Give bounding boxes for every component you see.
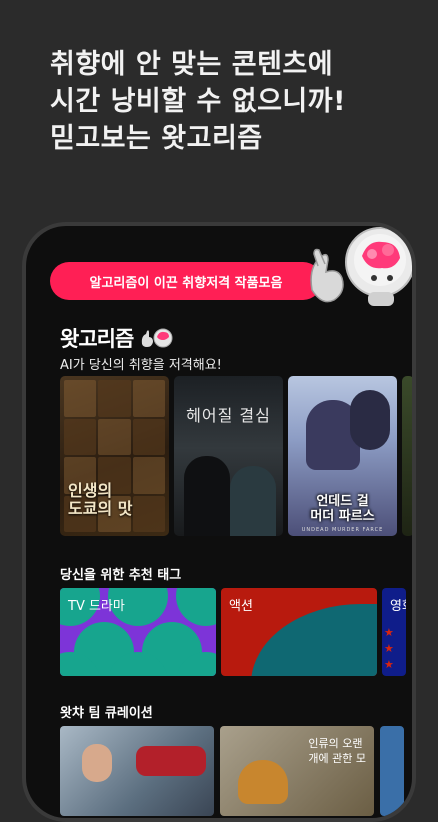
robot-mascot-icon xyxy=(310,227,412,306)
brand-row: 왓고리즘 xyxy=(60,323,173,353)
curation-cat xyxy=(238,760,288,804)
tag-row: TV 드라마 액션 ★ ★ ★ 영화 xyxy=(60,588,406,676)
poster-row: 인생의 도쿄의 맛 헤어질 결심 언데드 걸 머더 파르스 UNDEAD MUR… xyxy=(60,376,412,536)
phone-mockup: 알고리즘이 이끈 취향저격 작품모음 왓고리즘 AI가 당신의 취향을 저격해요… xyxy=(22,222,416,822)
brand-logo: 왓고리즘 xyxy=(60,327,134,351)
tag-pattern xyxy=(251,604,377,676)
poster-subtitle: UNDEAD MURDER FARCE xyxy=(301,527,384,533)
brand-subtitle: AI가 당신의 취향을 저격해요! xyxy=(60,358,222,373)
curation-card-partial[interactable] xyxy=(380,726,404,816)
tag-card-action[interactable]: 액션 xyxy=(221,588,377,676)
poster-figure xyxy=(350,390,390,450)
poster-title: 인생의 도쿄의 맛 xyxy=(68,481,133,518)
curation-figure xyxy=(82,744,112,782)
curation-card[interactable]: 인류의 오랜 개에 관한 모 xyxy=(220,726,374,816)
banner-label: 알고리즘이 이끈 취향저격 작품모음 xyxy=(89,275,283,291)
poster-card-partial[interactable] xyxy=(402,376,412,536)
algorithm-banner[interactable]: 알고리즘이 이끈 취향저격 작품모음 xyxy=(50,262,322,300)
tag-label: 영화 xyxy=(390,599,406,614)
poster-title: 언데드 걸 머더 파르스 xyxy=(310,494,375,524)
poster-figure xyxy=(184,456,230,536)
poster-figure xyxy=(230,466,276,536)
curation-card[interactable] xyxy=(60,726,214,816)
poster-card[interactable]: 헤어질 결심 xyxy=(174,376,283,536)
poster-title: 헤어질 결심 xyxy=(186,406,271,425)
headline-line-3: 믿고보는 왓고리즘 xyxy=(50,123,263,154)
headline-line-2: 시간 낭비할 수 없으니까! xyxy=(50,86,346,117)
tag-label: 액션 xyxy=(229,599,253,614)
curation-car xyxy=(136,746,206,776)
curation-row: 인류의 오랜 개에 관한 모 xyxy=(60,726,404,816)
poster-card[interactable]: 인생의 도쿄의 맛 xyxy=(60,376,169,536)
tag-label: TV 드라마 xyxy=(68,599,125,614)
curation-section-title: 왓챠 팀 큐레이션 xyxy=(60,706,153,721)
phone-screen: 알고리즘이 이끈 취향저격 작품모음 왓고리즘 AI가 당신의 취향을 저격해요… xyxy=(26,226,412,818)
tag-card-movie-partial[interactable]: ★ ★ ★ 영화 xyxy=(382,588,406,676)
curation-caption: 인류의 오랜 개에 관한 모 xyxy=(308,737,366,765)
tag-card-tv-drama[interactable]: TV 드라마 xyxy=(60,588,216,676)
headline-line-1: 취향에 안 맞는 콘텐츠에 xyxy=(50,49,334,80)
poster-card[interactable]: 언데드 걸 머더 파르스 UNDEAD MURDER FARCE xyxy=(288,376,397,536)
tags-section-title: 당신을 위한 추천 태그 xyxy=(60,568,182,583)
robot-hand-icon xyxy=(142,328,173,348)
page-headline: 취향에 안 맞는 콘텐츠에 시간 낭비할 수 없으니까! 믿고보는 왓고리즘 xyxy=(50,46,346,157)
